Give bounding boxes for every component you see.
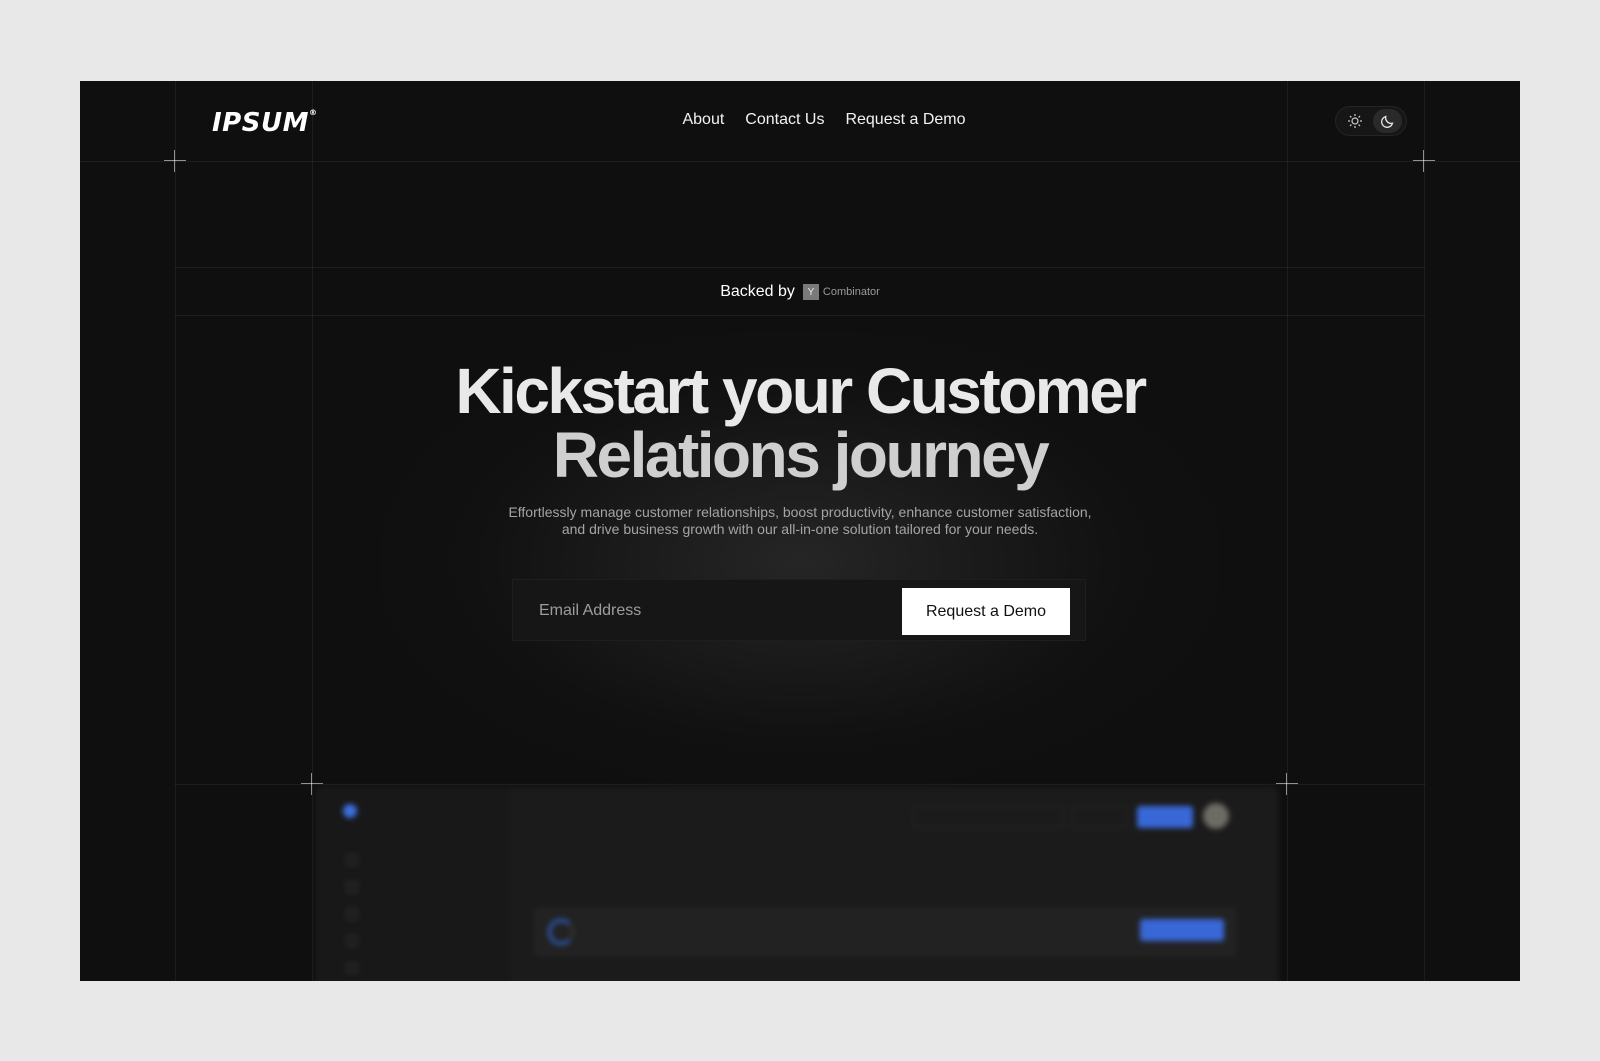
- preview-menu-item: [347, 954, 357, 981]
- hero-headline: Kickstart your Customer Relations journe…: [80, 359, 1520, 487]
- yc-logo-text: Combinator: [822, 286, 880, 298]
- moon-icon: [1380, 115, 1393, 128]
- preview-sidebar: [317, 788, 513, 981]
- preview-card: [535, 908, 1235, 956]
- guide-line: [80, 161, 1520, 162]
- nav-link-contact[interactable]: Contact Us: [745, 111, 824, 129]
- preview-upgrade-button: [1137, 806, 1193, 828]
- guide-line: [1287, 81, 1288, 981]
- guide-line: [175, 267, 1425, 268]
- backed-by-row: Backed by Y Combinator: [80, 283, 1520, 301]
- nav-link-request-demo[interactable]: Request a Demo: [845, 111, 965, 129]
- request-demo-button[interactable]: Request a Demo: [902, 588, 1070, 635]
- preview-edit-button: [1071, 806, 1127, 828]
- demo-request-form: Request a Demo: [512, 579, 1086, 641]
- guide-line: [312, 81, 313, 981]
- preview-menu: [347, 846, 357, 981]
- guide-line: [175, 315, 1425, 316]
- dark-mode-option[interactable]: [1373, 109, 1402, 133]
- backed-by-label: Backed by: [720, 283, 795, 300]
- preview-avatar: [1203, 803, 1229, 829]
- guide-line: [175, 784, 1425, 785]
- hero-subtitle: Effortlessly manage customer relationshi…: [508, 504, 1092, 537]
- email-field[interactable]: [519, 588, 889, 634]
- dashboard-preview-image: [316, 787, 1278, 981]
- landing-page-frame: IPSUM® About Contact Us Request a Demo B…: [80, 81, 1520, 981]
- theme-toggle: [1335, 106, 1407, 136]
- preview-search: [913, 806, 1063, 828]
- guide-line: [1424, 81, 1425, 981]
- headline-line-2: Relations journey: [552, 419, 1050, 491]
- preview-menu-item: [347, 846, 357, 873]
- main-nav: About Contact Us Request a Demo: [80, 111, 1520, 129]
- crosshair-marker: [1413, 150, 1435, 172]
- headline-line-1: Kickstart your Customer: [455, 355, 1147, 427]
- crosshair-marker: [1276, 773, 1298, 795]
- preview-menu-item: [347, 900, 357, 927]
- guide-line: [175, 81, 176, 981]
- preview-progress-ring: [548, 919, 574, 945]
- preview-menu-item: [347, 873, 357, 900]
- sun-icon: [1347, 114, 1362, 128]
- preview-menu-item: [347, 927, 357, 954]
- nav-link-about[interactable]: About: [682, 111, 724, 129]
- crosshair-marker: [164, 150, 186, 172]
- preview-card-button: [1140, 919, 1224, 941]
- yc-logo-icon: Y: [802, 284, 819, 300]
- light-mode-option[interactable]: [1340, 109, 1369, 133]
- preview-brand: [343, 804, 357, 818]
